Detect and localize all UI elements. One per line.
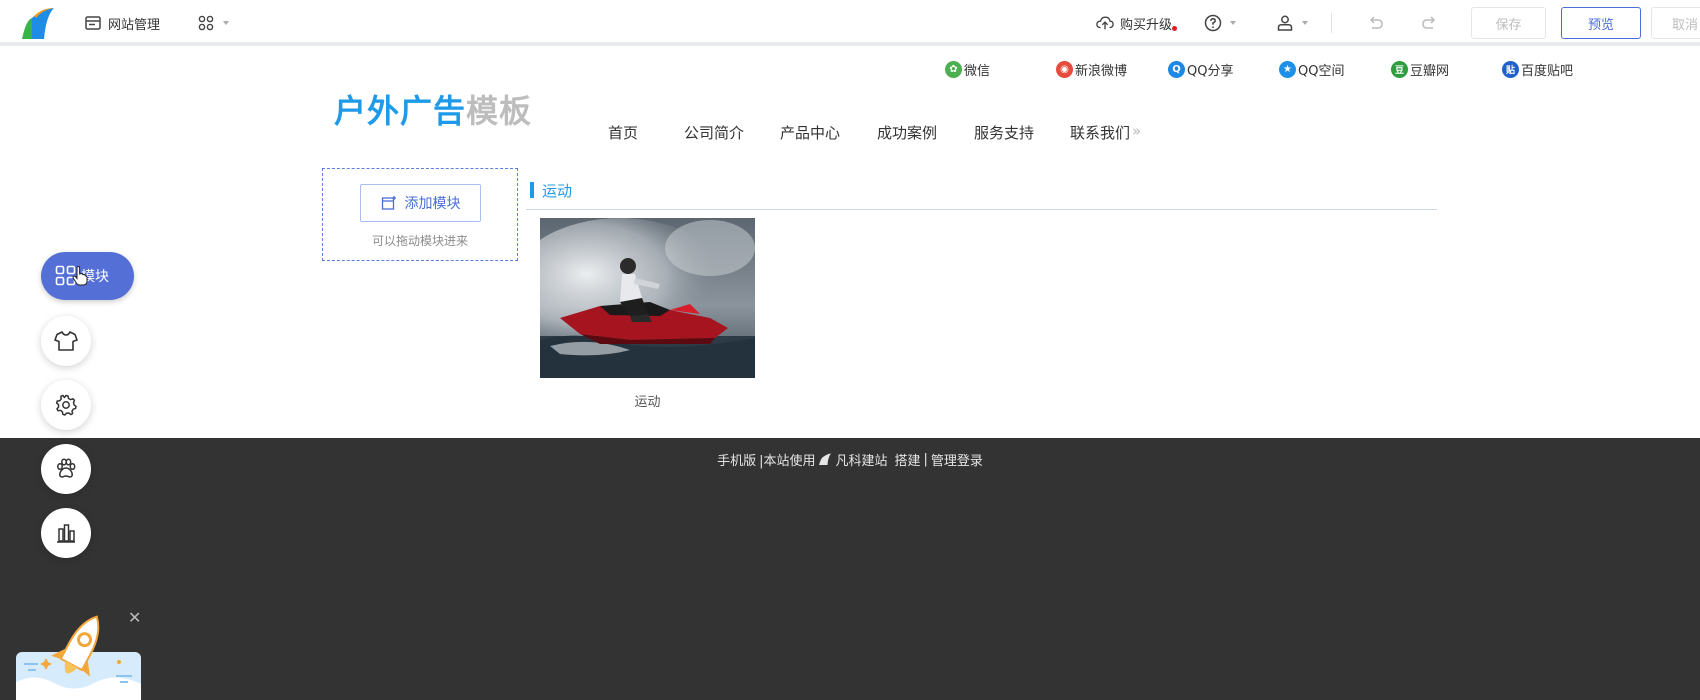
nav-item-about[interactable]: 公司简介 — [684, 122, 744, 143]
module-panel-button[interactable]: 模块 — [41, 252, 134, 300]
qzone-icon: ★ — [1279, 61, 1296, 78]
rocket-promo-icon[interactable] — [16, 612, 141, 700]
theme-button[interactable] — [41, 316, 91, 366]
buy-upgrade-label: 购买升级 — [1120, 14, 1178, 33]
wechat-glyph: ✿ — [949, 64, 958, 75]
apps-menu[interactable] — [197, 0, 229, 46]
add-module-label: 添加模块 — [404, 196, 461, 212]
module-drop-area[interactable]: 添加模块 可以拖动模块进来 — [322, 168, 518, 261]
help-icon — [1204, 14, 1222, 32]
share-wechat-label: 微信 — [964, 64, 991, 79]
share-qq[interactable]: Q QQ分享 — [1168, 60, 1233, 79]
site-title-primary: 户外广告 — [334, 92, 467, 130]
cancel-button[interactable]: 取消 — [1651, 7, 1700, 39]
undo-icon — [1369, 16, 1383, 29]
share-qq-label: QQ分享 — [1187, 64, 1234, 79]
footer-separator: | — [923, 452, 928, 467]
chevron-down-icon — [1230, 21, 1236, 25]
preview-button[interactable]: 预览 — [1561, 7, 1641, 39]
close-icon[interactable]: ✕ — [128, 610, 141, 626]
share-bar: ✿ 微信 ◉ 新浪微博 Q QQ分享 ★ QQ空间 豆 豆瓣网 贴 百度贴吧 — [0, 60, 1700, 82]
nav-item-contact[interactable]: 联系我们 — [1070, 122, 1130, 143]
chevron-down-icon — [1302, 21, 1308, 25]
nav-more-icon[interactable]: » — [1132, 122, 1141, 140]
redo-icon — [1422, 16, 1436, 29]
douban-icon: 豆 — [1391, 61, 1408, 78]
save-button[interactable]: 保存 — [1471, 7, 1546, 39]
site-title-secondary: 模板 — [466, 92, 533, 130]
share-qzone-label: QQ空间 — [1298, 64, 1345, 79]
share-tieba[interactable]: 贴 百度贴吧 — [1502, 60, 1573, 79]
tshirt-icon — [54, 331, 78, 351]
undo-button[interactable] — [1366, 0, 1384, 46]
share-qzone[interactable]: ★ QQ空间 — [1279, 60, 1344, 79]
buy-upgrade-button[interactable]: 购买升级 — [1096, 0, 1178, 46]
qq-icon: Q — [1168, 61, 1185, 78]
footer-admin-login-link[interactable]: 管理登录 — [931, 450, 983, 469]
weibo-icon: ◉ — [1056, 61, 1073, 78]
user-icon — [1277, 15, 1293, 31]
jetski-photo[interactable] — [540, 218, 755, 378]
footer-uses-text: |本站使用 — [759, 454, 816, 469]
footer-links: 手机版 |本站使用 凡科建站 搭建 | 管理登录 — [0, 450, 1700, 469]
site-manage-menu[interactable]: 网站管理 — [84, 0, 160, 46]
site-title[interactable]: 户外广告模板 — [334, 86, 532, 132]
qq-glyph: Q — [1172, 64, 1181, 75]
section-accent-bar — [530, 182, 534, 198]
douban-glyph: 豆 — [1394, 66, 1404, 76]
baidu-seo-button[interactable] — [41, 444, 91, 494]
section-title-text: 运动 — [542, 181, 573, 200]
tieba-glyph: 贴 — [1505, 66, 1515, 76]
qzone-glyph: ★ — [1283, 64, 1292, 75]
share-weibo-label: 新浪微博 — [1075, 64, 1128, 79]
cloud-upload-icon — [1096, 16, 1114, 30]
help-menu[interactable] — [1204, 0, 1236, 46]
footer-brand-link[interactable]: 凡科建站 — [835, 450, 887, 469]
footer-build-text: 搭建 — [894, 454, 921, 469]
share-douban-label: 豆瓣网 — [1410, 64, 1450, 79]
section-title[interactable]: 运动 — [530, 180, 572, 200]
data-panel-button[interactable] — [41, 508, 91, 558]
settings-button[interactable] — [41, 380, 91, 430]
nav-item-home[interactable]: 首页 — [608, 122, 638, 143]
buy-upgrade-text: 购买升级 — [1120, 17, 1173, 33]
nav-item-support[interactable]: 服务支持 — [974, 122, 1034, 143]
chevron-down-icon — [223, 21, 229, 25]
share-tieba-label: 百度贴吧 — [1521, 64, 1574, 79]
fanke-small-logo-icon — [819, 453, 832, 465]
toolbar-divider — [1331, 13, 1332, 33]
tieba-icon: 贴 — [1502, 61, 1519, 78]
wechat-icon: ✿ — [945, 61, 962, 78]
site-footer: 手机版 |本站使用 凡科建站 搭建 | 管理登录 — [0, 438, 1700, 700]
section-divider — [526, 209, 1437, 210]
site-manage-label: 网站管理 — [108, 17, 161, 33]
gear-icon — [55, 394, 77, 416]
photo-caption[interactable]: 运动 — [540, 391, 755, 410]
weibo-glyph: ◉ — [1060, 64, 1069, 75]
nav-item-products[interactable]: 产品中心 — [780, 122, 840, 143]
redo-button[interactable] — [1421, 0, 1439, 46]
editor-toolbar: 网站管理 购买升级 保存 预览 取消 — [0, 0, 1700, 46]
user-menu[interactable] — [1276, 0, 1308, 46]
share-douban[interactable]: 豆 豆瓣网 — [1391, 60, 1449, 79]
notification-dot — [1172, 25, 1178, 31]
apps-grid-icon — [198, 15, 214, 31]
hand-cursor-icon — [72, 266, 88, 286]
nav-item-cases[interactable]: 成功案例 — [877, 122, 937, 143]
window-icon — [85, 16, 101, 30]
drag-hint: 可以拖动模块进来 — [371, 234, 468, 248]
share-wechat[interactable]: ✿ 微信 — [945, 60, 990, 79]
add-module-button[interactable]: 添加模块 — [360, 184, 481, 222]
footer-mobile-link[interactable]: 手机版 — [717, 450, 756, 469]
bookshelf-icon — [57, 524, 75, 543]
share-weibo[interactable]: ◉ 新浪微博 — [1056, 60, 1127, 79]
add-module-icon — [381, 196, 396, 210]
paw-icon — [57, 458, 76, 478]
fanke-logo-icon[interactable] — [20, 6, 56, 40]
